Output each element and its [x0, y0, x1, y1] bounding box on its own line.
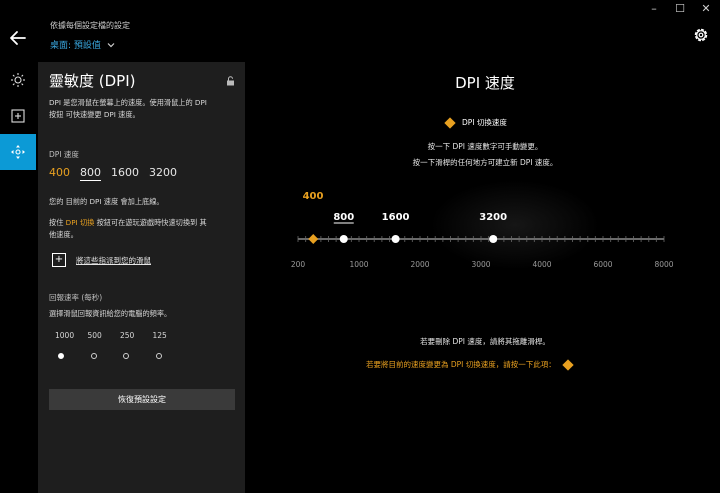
report-rate-options: 1000 500 250 125 [55, 331, 185, 340]
reset-defaults-button[interactable]: 恢復預設設定 [49, 389, 235, 410]
dpi-value-400[interactable]: 400 [49, 166, 70, 181]
dpi-shift-point[interactable] [308, 234, 319, 244]
close-button[interactable]: ✕ [700, 3, 712, 15]
move-arrows-icon [11, 145, 25, 159]
current-dpi-note: 您的 目前的 DPI 速度 會加上底線。 [49, 197, 164, 206]
profile-name: 桌面: 預設值 [50, 41, 101, 51]
assign-to-mouse-label: 將這些指派到您的滑鼠 [76, 255, 151, 265]
maximize-button[interactable]: ☐ [674, 3, 686, 15]
delete-hint: 若要刪除 DPI 速度，請將其拖離滑桿。 [420, 337, 550, 346]
dpi-shift-line1: 按住 DPI 切換 按鈕可在遊玩遊戲時快速切換到 其 [49, 217, 239, 229]
minimize-button[interactable]: – [648, 3, 660, 15]
sun-icon [11, 73, 25, 87]
dpi-shift-pre: 按住 [49, 218, 66, 227]
dpi-description-line1: DPI 是您滑鼠在螢幕上的速度。使用滑鼠上的 DPI [49, 98, 207, 107]
settings-button[interactable] [692, 26, 710, 44]
dpi-value-1600[interactable]: 1600 [111, 166, 139, 181]
shift-hint: 若要將目前的速度變更為 DPI 切換速度，請按一下此項： [366, 358, 574, 371]
rail-assignments[interactable] [0, 98, 36, 134]
rate-radio-500[interactable] [90, 351, 124, 361]
gear-icon [694, 28, 708, 42]
unlock-icon[interactable] [226, 76, 235, 86]
rate-label-250: 250 [120, 331, 135, 340]
slider-axis-label-8000: 8000 [654, 260, 673, 269]
chevron-down-icon [107, 42, 115, 47]
slider-axis-label-1000: 1000 [349, 260, 368, 269]
profile-selector[interactable]: 桌面: 預設值 [50, 38, 115, 51]
dpi-description: DPI 是您滑鼠在螢幕上的速度。使用滑鼠上的 DPI 按鈕 可快速變更 DPI … [49, 97, 239, 121]
dpi-description-line2: 按鈕 可快速變更 DPI 速度。 [49, 110, 140, 119]
slider-glow [430, 180, 600, 270]
rate-radio-1000[interactable] [58, 351, 91, 361]
rate-radio-125[interactable] [155, 351, 189, 361]
dpi-shift-line2: 他速度。 [49, 230, 78, 239]
report-rate-description: 選擇滑鼠回報資訊給您的電腦的頻率。 [49, 309, 172, 318]
report-rate-radios [58, 351, 188, 361]
dpi-value-3200[interactable]: 3200 [149, 166, 177, 181]
dpi-point-800[interactable] [339, 235, 348, 243]
plus-icon: + [52, 253, 66, 267]
set-shift-diamond-icon[interactable] [562, 358, 574, 371]
back-button[interactable] [8, 28, 28, 48]
slider-axis-label-200: 200 [291, 260, 306, 269]
dpi-shift-value-label[interactable]: 400 [303, 191, 324, 202]
dpi-speed-title: DPI 速度 [455, 74, 515, 92]
slider-hint-1: 按一下 DPI 速度數字可手動變更。 [427, 142, 543, 151]
slider-axis-label-2000: 2000 [410, 260, 429, 269]
rail-sensitivity[interactable] [0, 134, 36, 170]
rate-label-1000: 1000 [55, 331, 75, 340]
rate-label-500: 500 [87, 331, 102, 340]
dpi-shift-legend-label: DPI 切換速度 [462, 118, 507, 127]
dpi-speed-label: DPI 速度 [49, 150, 79, 159]
dpi-shift-post: 按鈕可在遊玩遊戲時快速切換到 其 [94, 218, 207, 227]
arrow-left-icon [10, 31, 26, 45]
dpi-shift-key: DPI 切換 [65, 218, 95, 227]
plus-square-icon [11, 109, 25, 123]
header-subtitle: 依據每個設定檔的設定 [50, 21, 130, 30]
dpi-value-800[interactable]: 800 [80, 166, 101, 181]
left-rail [0, 62, 36, 170]
assign-to-mouse[interactable]: + 將這些指派到您的滑鼠 [52, 253, 151, 267]
panel-title: 靈敏度 (DPI) [49, 72, 136, 90]
dpi-point-label-800[interactable]: 800 [333, 212, 354, 223]
rate-label-125: 125 [152, 331, 167, 340]
window-controls: – ☐ ✕ [648, 3, 712, 15]
slider-hint-2: 按一下滑桿的任何地方可建立新 DPI 速度。 [412, 158, 558, 167]
dpi-shift-legend: DPI 切換速度 [444, 116, 507, 129]
rail-lighting[interactable] [0, 62, 36, 98]
dpi-shift-note: 按住 DPI 切換 按鈕可在遊玩遊戲時快速切換到 其 他速度。 [49, 217, 239, 241]
sensitivity-panel: 靈敏度 (DPI) DPI 是您滑鼠在螢幕上的速度。使用滑鼠上的 DPI 按鈕 … [38, 62, 245, 493]
shift-hint-text: 若要將目前的速度變更為 DPI 切換速度，請按一下此項： [366, 360, 556, 369]
dpi-values: 400 800 1600 3200 [49, 166, 177, 181]
dpi-point-label-1600[interactable]: 1600 [382, 212, 410, 223]
diamond-icon [444, 116, 456, 129]
report-rate-label: 回報速率 (每秒) [49, 293, 103, 302]
rate-radio-250[interactable] [123, 351, 156, 361]
dpi-point-1600[interactable] [391, 235, 400, 243]
